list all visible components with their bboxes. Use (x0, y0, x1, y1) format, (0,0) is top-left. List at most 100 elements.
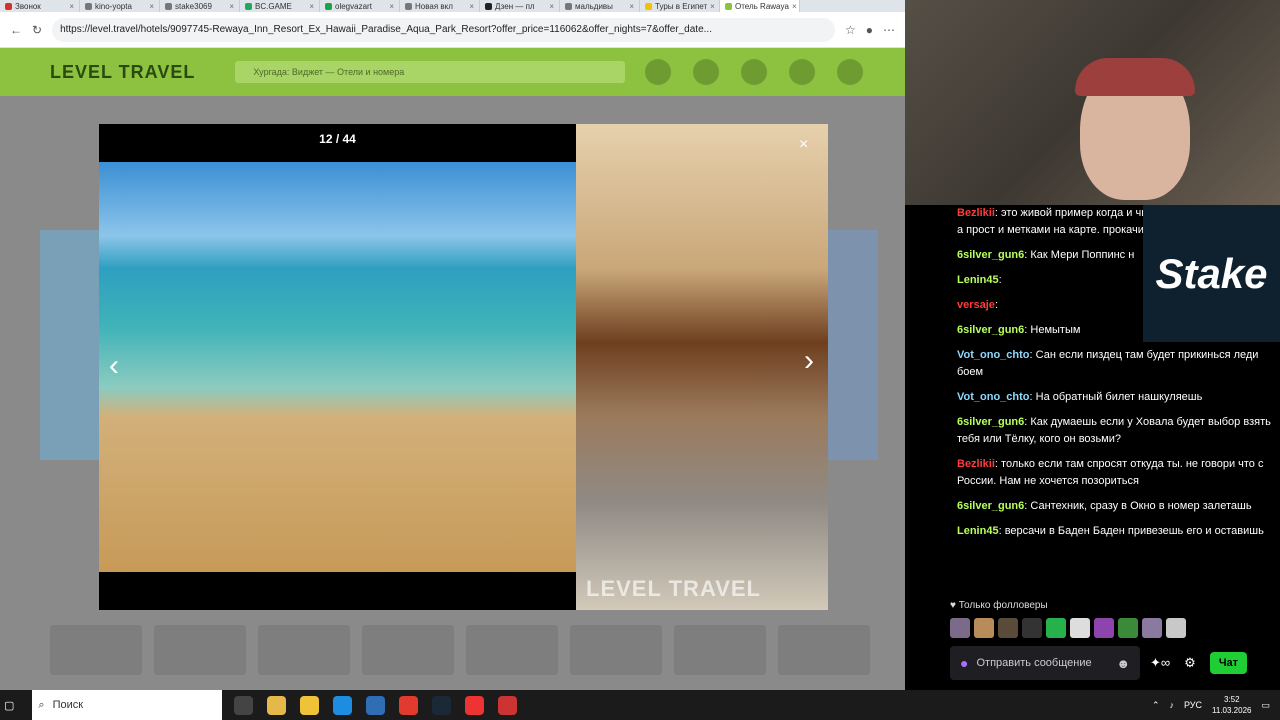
reload-icon[interactable]: ↻ (32, 23, 42, 37)
tab-close-icon[interactable]: × (710, 2, 715, 11)
chat-nickname[interactable]: Bezlikii (957, 207, 995, 219)
clock[interactable]: 3:52 11.03.2026 (1212, 694, 1251, 716)
site-logo[interactable]: LEVEL TRAVEL (50, 62, 195, 83)
chat-nickname[interactable]: Vot_ono_chto (957, 349, 1030, 361)
date-cell[interactable] (362, 625, 454, 675)
emote-icon[interactable] (1094, 618, 1114, 638)
date-cell[interactable] (778, 625, 870, 675)
chat-nickname[interactable]: 6silver_gun6 (957, 324, 1024, 336)
browser-tab[interactable]: olegvazart × (320, 0, 400, 12)
chat-text: версачи в Баден Баден привезешь его и ос… (1004, 525, 1264, 537)
url-field[interactable]: https://level.travel/hotels/9097745-Rewa… (52, 17, 835, 42)
address-bar: ← ↻ https://level.travel/hotels/9097745-… (0, 12, 905, 48)
chat-nickname[interactable]: 6silver_gun6 (957, 500, 1024, 512)
mic-icon[interactable]: ● (960, 655, 968, 671)
emote-icon[interactable] (1070, 618, 1090, 638)
chat-tools: ✦∞ ⚙ Чат (1150, 652, 1248, 674)
edge-icon[interactable] (333, 695, 353, 715)
emote-icon[interactable] (1166, 618, 1186, 638)
points-icon[interactable]: ✦∞ (1150, 655, 1170, 671)
chat-text: Как Мери Поппинс н (1030, 249, 1135, 261)
header-icons (645, 59, 864, 85)
heart-icon[interactable] (741, 59, 768, 85)
folder-icon[interactable] (300, 695, 320, 715)
tab-favicon-icon (325, 2, 332, 10)
date-cell[interactable] (50, 625, 142, 675)
tray-chevron-icon[interactable]: ⌃ (1152, 700, 1160, 711)
star-icon[interactable]: ☆ (845, 23, 856, 37)
app-icon[interactable] (498, 695, 518, 715)
browser-tab[interactable]: Туры в Египет × (640, 0, 720, 12)
yandex-icon[interactable] (399, 695, 419, 715)
browser-tab[interactable]: Дзен — пл × (480, 0, 560, 12)
browser-tab[interactable]: мальдивы × (560, 0, 640, 12)
emoji-icon[interactable]: ☻ (1116, 656, 1130, 671)
date-cell[interactable] (674, 625, 766, 675)
close-icon[interactable]: × (799, 136, 808, 154)
menu-icon[interactable]: ⋯ (883, 23, 895, 37)
mail-icon[interactable] (366, 695, 386, 715)
chat-message: Bezlikii: только если там спросят откуда… (957, 456, 1277, 490)
task-view-icon[interactable] (234, 695, 254, 715)
windows-start-icon[interactable]: ▢ (4, 699, 14, 712)
steam-icon[interactable] (432, 695, 452, 715)
profile-icon[interactable]: ● (866, 23, 873, 37)
emote-icon[interactable] (1022, 618, 1042, 638)
help-icon[interactable] (789, 59, 816, 85)
chat-input[interactable]: ● Отправить сообщение ☻ (950, 646, 1140, 680)
lang-indicator[interactable]: РУС (1184, 700, 1202, 710)
emote-icon[interactable] (998, 618, 1018, 638)
tab-close-icon[interactable]: × (629, 2, 634, 11)
emote-icon[interactable] (950, 618, 970, 638)
browser-tab[interactable]: Новая вкл × (400, 0, 480, 12)
tab-favicon-icon (165, 2, 172, 10)
chat-nickname[interactable]: 6silver_gun6 (957, 249, 1024, 261)
emote-icon[interactable] (1046, 618, 1066, 638)
yandex-browser-icon[interactable] (465, 695, 485, 715)
tab-close-icon[interactable]: × (229, 2, 234, 11)
favorites-icon[interactable] (693, 59, 720, 85)
browser-tab[interactable]: kino-yopta × (80, 0, 160, 12)
back-icon[interactable]: ← (10, 23, 22, 37)
site-search-input[interactable]: Хургада: Виджет — Отели и номера (235, 61, 626, 83)
chat-nickname[interactable]: 6silver_gun6 (957, 416, 1024, 428)
volume-icon[interactable]: ♪ (1170, 700, 1175, 710)
date-cell[interactable] (154, 625, 246, 675)
chat-nickname[interactable]: Vot_ono_chto (957, 391, 1030, 403)
chat-nickname[interactable]: versaje (957, 299, 995, 311)
tab-close-icon[interactable]: × (309, 2, 314, 11)
chat-nickname[interactable]: Lenin45 (957, 274, 999, 286)
chat-text: Немытым (1030, 324, 1081, 336)
notifications-icon[interactable]: ▭ (1261, 700, 1270, 711)
emote-icon[interactable] (1118, 618, 1138, 638)
emote-icon[interactable] (1142, 618, 1162, 638)
taskbar-search[interactable]: ⌕ Поиск (32, 690, 223, 720)
tab-label: Туры в Египет (655, 1, 708, 11)
phone-icon[interactable] (837, 59, 864, 85)
tab-close-icon[interactable]: × (149, 2, 154, 11)
date-cell[interactable] (570, 625, 662, 675)
tab-close-icon[interactable]: × (549, 2, 554, 11)
browser-tab[interactable]: BC.GAME × (240, 0, 320, 12)
browser-tab[interactable]: stake3069 × (160, 0, 240, 12)
date-cell[interactable] (258, 625, 350, 675)
tab-close-icon[interactable]: × (469, 2, 474, 11)
tab-close-icon[interactable]: × (69, 2, 74, 11)
gallery-counter: 12 / 44 (319, 132, 356, 146)
next-arrow-icon[interactable]: › (804, 344, 814, 378)
browser-tab[interactable]: Звонок × (0, 0, 80, 12)
date-cell[interactable] (466, 625, 558, 675)
tab-close-icon[interactable]: × (389, 2, 394, 11)
prev-arrow-icon[interactable]: ‹ (109, 349, 119, 383)
tab-close-icon[interactable]: × (792, 2, 797, 11)
windows-taskbar: ▢ ⌕ Поиск ⌃ ♪ РУС 3:52 11.03.2026 ▭ (0, 690, 1280, 720)
chat-nickname[interactable]: Lenin45 (957, 525, 999, 537)
emote-icon[interactable] (974, 618, 994, 638)
chat-send-button[interactable]: Чат (1209, 652, 1248, 674)
settings-icon[interactable]: ⚙ (1184, 655, 1196, 671)
browser-tab[interactable]: Отель Rawaya × (720, 0, 800, 12)
chat-nickname[interactable]: Bezlikii (957, 458, 995, 470)
tab-favicon-icon (245, 2, 252, 10)
store-icon[interactable] (267, 695, 287, 715)
account-icon[interactable] (645, 59, 672, 85)
